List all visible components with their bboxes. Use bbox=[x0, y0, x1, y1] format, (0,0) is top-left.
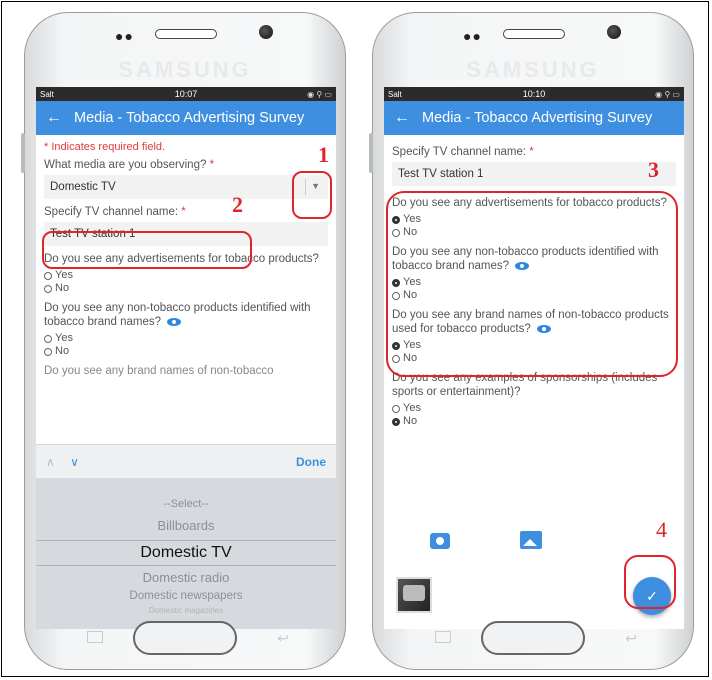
media-select[interactable]: Domestic TV ▼ bbox=[44, 175, 328, 199]
annotation-box-4 bbox=[624, 555, 676, 609]
page-title: Media - Tobacco Advertising Survey bbox=[422, 110, 653, 126]
phone-1: ●● SAMSUNG Salt 10:07 ◉ ⚲ ▭ ← Media - To… bbox=[21, 12, 346, 670]
picker-toolbar: ∧ ∨ Done bbox=[36, 444, 336, 478]
status-icons: ◉ ⚲ ▭ bbox=[307, 89, 332, 99]
carrier: Salt bbox=[40, 89, 54, 99]
media-picker[interactable]: --Select-- Billboards Domestic TV Domest… bbox=[36, 478, 336, 629]
radio-no[interactable]: No bbox=[44, 345, 328, 358]
back-icon[interactable]: ↩ bbox=[625, 630, 637, 647]
annotation-box-1 bbox=[292, 171, 332, 219]
eye-icon[interactable] bbox=[167, 317, 181, 326]
picker-option[interactable]: Domestic magazines bbox=[36, 606, 336, 615]
radio-no[interactable]: No bbox=[44, 282, 328, 295]
recent-apps-icon[interactable] bbox=[87, 631, 103, 643]
picker-option[interactable]: Domestic newspapers bbox=[36, 590, 336, 602]
radio-no[interactable]: No bbox=[392, 415, 676, 428]
partial-question-label: Do you see any brand names of non-tobacc… bbox=[44, 365, 274, 377]
volume-button bbox=[369, 133, 373, 173]
home-button[interactable] bbox=[481, 621, 585, 655]
annotation-box-2 bbox=[42, 231, 252, 269]
photo-thumbnail[interactable] bbox=[396, 577, 432, 613]
back-arrow-icon[interactable]: ← bbox=[46, 109, 62, 127]
picker-option[interactable]: Domestic radio bbox=[36, 570, 336, 585]
annotation-box-3 bbox=[386, 191, 678, 377]
annotation-number-4: 4 bbox=[656, 517, 667, 542]
picker-option-selected[interactable]: Domestic TV bbox=[36, 540, 336, 566]
status-bar: Salt 10:07 ◉ ⚲ ▭ bbox=[36, 87, 336, 101]
status-bar: Salt 10:10 ◉ ⚲ ▭ bbox=[384, 87, 684, 101]
brand-question-label: Do you see any non-tobacco products iden… bbox=[44, 302, 311, 328]
channel-input[interactable]: Test TV station 1 bbox=[392, 162, 676, 186]
radio-yes[interactable]: Yes bbox=[44, 332, 328, 345]
annotation-number-2: 2 bbox=[232, 192, 243, 217]
recent-apps-icon[interactable] bbox=[435, 631, 451, 643]
sensor-dots: ●● bbox=[463, 28, 482, 44]
earpiece-speaker bbox=[503, 29, 565, 39]
front-camera bbox=[607, 25, 621, 39]
carrier: Salt bbox=[388, 89, 402, 99]
clock: 10:07 bbox=[174, 89, 198, 99]
required-note: * Indicates required field. bbox=[44, 141, 166, 153]
home-button[interactable] bbox=[133, 621, 237, 655]
attachment-toolbar bbox=[384, 531, 684, 557]
media-question-label: What media are you observing? * bbox=[44, 159, 215, 171]
picker-option[interactable]: Billboards bbox=[36, 518, 336, 533]
picker-option[interactable]: --Select-- bbox=[36, 498, 336, 510]
annotation-number-1: 1 bbox=[318, 142, 329, 167]
app-bar: ← Media - Tobacco Advertising Survey bbox=[384, 101, 684, 135]
camera-icon[interactable] bbox=[430, 533, 450, 549]
radio-yes[interactable]: Yes bbox=[44, 269, 328, 282]
picker-nav-arrows[interactable]: ∧ ∨ bbox=[46, 455, 296, 469]
status-icons: ◉ ⚲ ▭ bbox=[655, 89, 680, 99]
clock: 10:10 bbox=[522, 89, 546, 99]
phone-brand: SAMSUNG bbox=[466, 57, 600, 82]
channel-question-label: Specify TV channel name: * bbox=[392, 146, 534, 158]
radio-yes[interactable]: Yes bbox=[392, 402, 676, 415]
front-camera bbox=[259, 25, 273, 39]
back-arrow-icon[interactable]: ← bbox=[394, 109, 410, 127]
earpiece-speaker bbox=[155, 29, 217, 39]
page-title: Media - Tobacco Advertising Survey bbox=[74, 110, 305, 126]
app-bar: ← Media - Tobacco Advertising Survey bbox=[36, 101, 336, 135]
channel-question-label: Specify TV channel name: * bbox=[44, 206, 186, 218]
back-icon[interactable]: ↩ bbox=[277, 630, 289, 647]
volume-button bbox=[21, 133, 25, 173]
sensor-dots: ●● bbox=[115, 28, 134, 44]
screen: Salt 10:07 ◉ ⚲ ▭ ← Media - Tobacco Adver… bbox=[36, 87, 336, 629]
done-button[interactable]: Done bbox=[296, 455, 326, 469]
annotation-number-3: 3 bbox=[648, 157, 659, 182]
phone-brand: SAMSUNG bbox=[118, 57, 252, 82]
gallery-icon[interactable] bbox=[520, 531, 542, 549]
